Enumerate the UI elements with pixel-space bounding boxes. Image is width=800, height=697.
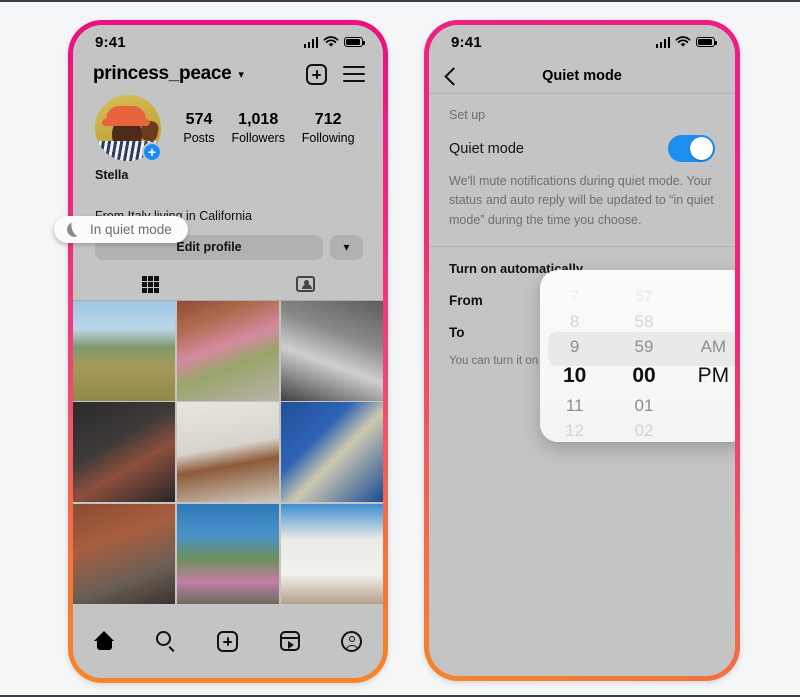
grid-icon <box>142 275 159 293</box>
hamburger-menu-icon <box>343 66 365 82</box>
header-actions <box>306 63 365 85</box>
profile-display-name: Stella <box>95 168 129 182</box>
stat-following-value: 712 <box>314 110 342 128</box>
grid-photo[interactable] <box>176 402 280 503</box>
quiet-mode-description: We'll mute notifications during quiet mo… <box>449 174 714 227</box>
picker-hour-option[interactable]: 11 <box>566 393 584 418</box>
phone-frame-right: 9:41 Quiet mode Set up Quiet mode We'll … <box>424 20 740 681</box>
status-bar-icons <box>655 36 717 48</box>
stat-posts[interactable]: 574 Posts <box>183 110 214 146</box>
profile-tabs <box>73 271 383 301</box>
picker-hour-option[interactable]: 12 <box>565 418 584 442</box>
chevron-down-icon[interactable]: ▾ <box>238 69 244 81</box>
picker-minute-selected[interactable]: 00 <box>632 359 655 393</box>
nav-home[interactable] <box>93 631 115 650</box>
profile-circle-icon <box>341 631 363 652</box>
status-badge[interactable]: In quiet mode <box>54 216 188 243</box>
chevron-down-icon: ▾ <box>343 240 350 255</box>
stat-posts-value: 574 <box>185 110 213 128</box>
grid-photo[interactable] <box>280 503 383 604</box>
picker-minute-option[interactable]: 59 <box>635 334 654 359</box>
setup-section-label: Set up <box>449 108 486 122</box>
nav-create[interactable] <box>217 631 239 652</box>
profile-more-button[interactable]: ▾ <box>330 234 363 260</box>
wifi-icon <box>675 36 691 47</box>
nav-search[interactable] <box>156 631 176 651</box>
time-picker-meridiem-column[interactable]: . . AM PM <box>679 270 735 442</box>
time-picker[interactable]: 7 8 9 10 11 12 1 57 58 59 00 01 02 03 . … <box>540 270 735 442</box>
stat-following-label: Following <box>301 130 355 145</box>
nav-reels[interactable] <box>279 631 300 651</box>
phone-frame-left: 9:41 princess_peace ▾ + 574 Posts 1,018 … <box>54 20 388 683</box>
picker-hour-option[interactable]: 9 <box>570 334 579 359</box>
add-story-plus-icon[interactable]: + <box>142 142 162 162</box>
tagged-tab[interactable] <box>228 271 383 300</box>
picker-minute-option[interactable]: 02 <box>635 418 654 442</box>
picker-minute-option[interactable]: 58 <box>635 309 654 334</box>
add-content-button[interactable] <box>306 63 327 85</box>
stat-followers-label: Followers <box>231 130 285 145</box>
picker-minute-option[interactable]: 01 <box>635 393 654 418</box>
picker-hour-option[interactable]: 7 <box>570 284 578 309</box>
menu-button[interactable] <box>343 66 365 82</box>
bio-spacer <box>95 185 363 207</box>
grid-tab[interactable] <box>73 271 228 300</box>
avatar[interactable]: + <box>95 95 162 162</box>
plus-box-icon <box>306 63 327 85</box>
profile-header: princess_peace ▾ <box>73 59 383 85</box>
plus-box-icon <box>217 631 239 652</box>
status-bar-right: 9:41 <box>429 25 735 59</box>
grid-photo[interactable] <box>176 503 280 604</box>
quiet-mode-row[interactable]: Quiet mode <box>429 122 735 172</box>
tagged-person-icon <box>296 276 315 293</box>
page-title: Quiet mode <box>542 68 622 84</box>
stat-posts-label: Posts <box>183 130 215 145</box>
stats-group: 574 Posts 1,018 Followers 712 Following <box>161 110 363 146</box>
nav-profile[interactable] <box>341 631 363 652</box>
time-picker-hour-column[interactable]: 7 8 9 10 11 12 1 <box>540 270 609 442</box>
status-badge-label: In quiet mode <box>90 222 172 237</box>
grid-photo[interactable] <box>73 300 176 401</box>
status-bar-time: 9:41 <box>451 33 482 51</box>
phone-screen-right: 9:41 Quiet mode Set up Quiet mode We'll … <box>429 25 735 676</box>
stat-followers[interactable]: 1,018 Followers <box>231 110 285 146</box>
grid-photo[interactable] <box>280 300 383 401</box>
picker-minute-option[interactable]: 57 <box>636 284 653 309</box>
picker-meridiem-option[interactable]: AM <box>701 334 727 359</box>
profile-stats-row: + 574 Posts 1,018 Followers 712 Followin… <box>73 85 383 162</box>
crescent-moon-icon <box>67 222 82 237</box>
stat-followers-value: 1,018 <box>238 110 279 128</box>
picker-meridiem-selected[interactable]: PM <box>698 359 730 393</box>
time-picker-minute-column[interactable]: 57 58 59 00 01 02 03 <box>609 270 678 442</box>
battery-icon <box>696 37 717 47</box>
picker-hour-option[interactable]: 8 <box>570 309 579 334</box>
grid-photo[interactable] <box>73 503 176 604</box>
status-bar-icons <box>303 36 365 48</box>
battery-icon <box>344 37 365 47</box>
quiet-mode-toggle[interactable] <box>668 135 715 162</box>
phone-screen-left: 9:41 princess_peace ▾ + 574 Posts 1,018 … <box>73 25 383 678</box>
quiet-mode-label: Quiet mode <box>449 140 524 157</box>
reels-icon <box>279 631 300 651</box>
wifi-icon <box>323 36 339 47</box>
search-icon <box>156 631 176 651</box>
grid-photo[interactable] <box>176 300 280 401</box>
page-title[interactable]: princess_peace <box>93 63 232 85</box>
bottom-nav <box>73 620 383 678</box>
picker-hour-selected[interactable]: 10 <box>563 359 586 393</box>
status-bar-left: 9:41 <box>73 25 383 59</box>
grid-photo[interactable] <box>280 402 383 503</box>
grid-photo[interactable] <box>73 402 176 503</box>
status-bar-time: 9:41 <box>95 33 126 51</box>
cellular-bars-icon <box>303 36 318 48</box>
stat-following[interactable]: 712 Following <box>302 110 355 146</box>
photo-grid <box>73 300 383 604</box>
cellular-bars-icon <box>655 36 670 48</box>
home-icon <box>93 631 115 650</box>
settings-nav-bar: Quiet mode <box>429 59 735 93</box>
